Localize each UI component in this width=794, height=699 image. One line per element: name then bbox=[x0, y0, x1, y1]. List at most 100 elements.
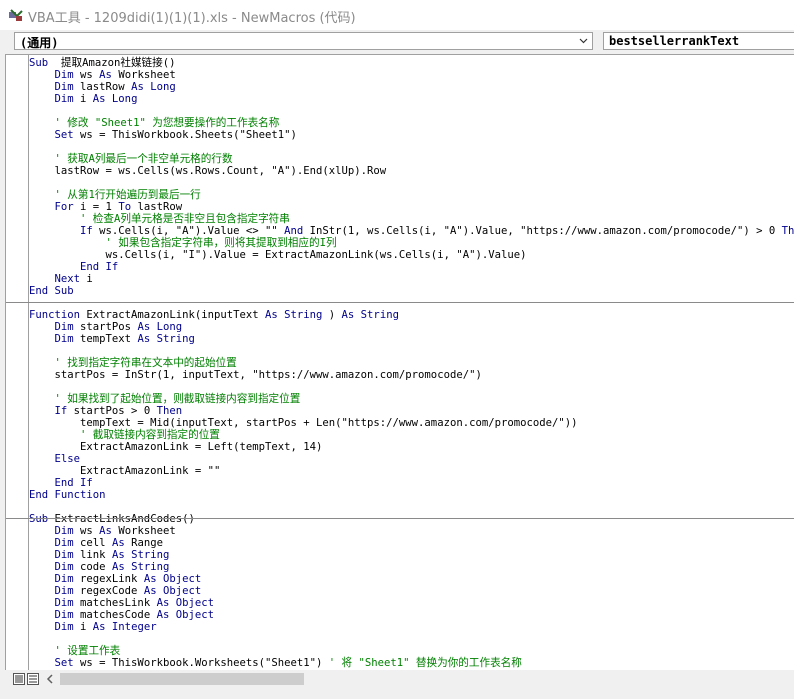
code-line[interactable]: Dim cell As Range bbox=[29, 537, 163, 549]
code-keyword: Dim bbox=[54, 93, 74, 105]
code-line[interactable]: tempText = Mid(inputText, startPos + Len… bbox=[29, 417, 578, 429]
code-line[interactable]: Dim ws As Worksheet bbox=[29, 69, 176, 81]
object-dropdown[interactable]: (通用) bbox=[14, 32, 593, 50]
code-keyword: Set bbox=[54, 129, 74, 141]
code-text: regexLink bbox=[73, 573, 144, 585]
full-module-view-icon[interactable] bbox=[27, 673, 39, 685]
code-line[interactable]: Else bbox=[29, 453, 81, 465]
code-keyword: As String bbox=[265, 309, 323, 321]
code-line[interactable]: Function ExtractAmazonLink(inputText As … bbox=[29, 309, 399, 321]
code-line[interactable]: ' 截取链接内容到指定的位置 bbox=[29, 429, 220, 441]
window-title: VBA工具 - 1209didi(1)(1)(1).xls - NewMacro… bbox=[28, 11, 356, 26]
code-text: startPos = InStr(1, inputText, "https://… bbox=[29, 369, 482, 381]
code-line[interactable]: Dim ws As Worksheet bbox=[29, 525, 176, 537]
code-line[interactable]: Set ws = ThisWorkbook.Sheets("Sheet1") bbox=[29, 129, 297, 141]
code-line[interactable]: Dim code As String bbox=[29, 561, 170, 573]
code-text: ExtractAmazonLink(inputText bbox=[80, 309, 265, 321]
code-line[interactable]: ' 找到指定字符串在文本中的起始位置 bbox=[29, 357, 237, 369]
code-text: ws = ThisWorkbook.Sheets("Sheet1") bbox=[73, 129, 297, 141]
code-line[interactable]: ' 如果找到了起始位置，则截取链接内容到指定位置 bbox=[29, 393, 301, 405]
code-text: startPos bbox=[73, 321, 138, 333]
code-line[interactable]: Dim matchesCode As Object bbox=[29, 609, 214, 621]
code-text: ws.Cells(i, "A").Value <> "" bbox=[92, 225, 285, 237]
editor-bottom-bar bbox=[0, 670, 794, 699]
code-line[interactable]: ' 检查A列单元格是否非空且包含指定字符串 bbox=[29, 213, 290, 225]
code-line[interactable]: ' 获取A列最后一个非空单元格的行数 bbox=[29, 153, 233, 165]
code-line[interactable]: Sub 提取Amazon社媒链接() bbox=[29, 57, 175, 69]
code-line[interactable]: End If bbox=[29, 477, 93, 489]
code-keyword: And bbox=[284, 225, 304, 237]
code-text: Range bbox=[124, 537, 163, 549]
code-line[interactable]: Sub ExtractLinksAndCodes() bbox=[29, 513, 195, 525]
code-keyword: Dim bbox=[54, 573, 74, 585]
code-text: ws.Cells(i, "I").Value = ExtractAmazonLi… bbox=[29, 249, 527, 261]
code-text: ) bbox=[322, 309, 342, 321]
horizontal-scrollbar[interactable] bbox=[42, 671, 794, 687]
horizontal-scroll-thumb[interactable] bbox=[60, 673, 304, 685]
code-line[interactable]: End Function bbox=[29, 489, 106, 501]
code-text: lastRow bbox=[131, 201, 183, 213]
code-line[interactable]: ws.Cells(i, "I").Value = ExtractAmazonLi… bbox=[29, 249, 527, 261]
code-keyword: If bbox=[80, 225, 93, 237]
procedure-view-icon[interactable] bbox=[13, 673, 25, 685]
code-keyword: As Long bbox=[137, 321, 183, 333]
code-keyword: End Sub bbox=[29, 285, 74, 297]
code-text: code bbox=[73, 561, 112, 573]
code-keyword: Dim bbox=[54, 537, 74, 549]
procedure-dropdown[interactable]: bestsellerrankText bbox=[603, 32, 794, 50]
code-keyword: Dim bbox=[54, 585, 74, 597]
code-line[interactable]: If startPos > 0 Then bbox=[29, 405, 183, 417]
object-dropdown-value: (通用) bbox=[20, 36, 59, 50]
code-line[interactable]: ' 修改 "Sheet1" 为您想要操作的工作表名称 bbox=[29, 117, 280, 129]
code-line[interactable]: Dim startPos As Long bbox=[29, 321, 183, 333]
code-keyword: Else bbox=[54, 453, 81, 465]
code-line[interactable]: Dim tempText As String bbox=[29, 333, 195, 345]
code-editor[interactable]: Sub 提取Amazon社媒链接() Dim ws As Worksheet D… bbox=[5, 54, 794, 670]
code-line[interactable]: Dim i As Integer bbox=[29, 621, 157, 633]
code-line[interactable]: Dim lastRow As Long bbox=[29, 81, 176, 93]
margin-indicator-bar[interactable] bbox=[6, 55, 29, 670]
code-line[interactable]: Dim matchesLink As Object bbox=[29, 597, 214, 609]
code-line[interactable]: ' 从第1行开始遍历到最后一行 bbox=[29, 189, 201, 201]
code-keyword: To bbox=[118, 201, 132, 213]
code-keyword: End If bbox=[54, 477, 93, 489]
code-comment: ' 将 "Sheet1" 替换为你的工作表名称 bbox=[328, 657, 522, 669]
code-comment: ' 找到指定字符串在文本中的起始位置 bbox=[29, 357, 237, 369]
code-keyword: End Function bbox=[29, 489, 106, 501]
code-text: tempText = Mid(inputText, startPos + Len… bbox=[29, 417, 578, 429]
code-line[interactable]: startPos = InStr(1, inputText, "https://… bbox=[29, 369, 482, 381]
code-keyword: Then bbox=[156, 405, 183, 417]
code-keyword: As Integer bbox=[92, 621, 157, 633]
title-bar: VBA工具 - 1209didi(1)(1)(1).xls - NewMacro… bbox=[0, 0, 794, 30]
code-line[interactable]: Next i bbox=[29, 273, 93, 285]
code-keyword: As Object bbox=[143, 573, 202, 585]
code-keyword: As bbox=[99, 525, 112, 537]
code-keyword: As Long bbox=[131, 81, 176, 93]
code-line[interactable]: lastRow = ws.Cells(ws.Rows.Count, "A").E… bbox=[29, 165, 387, 177]
code-line[interactable]: For i = 1 To lastRow bbox=[29, 201, 183, 213]
code-line[interactable]: ' 设置工作表 bbox=[29, 645, 121, 657]
code-keyword: Function bbox=[29, 309, 81, 321]
code-keyword: Dim bbox=[54, 81, 74, 93]
code-line[interactable]: End If bbox=[29, 261, 118, 273]
code-line[interactable]: Dim regexCode As Object bbox=[29, 585, 202, 597]
code-line[interactable]: Set ws = ThisWorkbook.Worksheets("Sheet1… bbox=[29, 657, 522, 669]
code-keyword: Dim bbox=[54, 609, 74, 621]
chevron-down-icon[interactable] bbox=[576, 34, 591, 48]
code-text: Worksheet bbox=[111, 69, 176, 81]
code-line[interactable]: ' 如果包含指定字符串，则将其提取到相应的I列 bbox=[29, 237, 337, 249]
code-line[interactable]: Dim link As String bbox=[29, 549, 170, 561]
code-line[interactable]: Dim i As Long bbox=[29, 93, 138, 105]
code-line[interactable]: ExtractAmazonLink = Left(tempText, 14) bbox=[29, 441, 322, 453]
code-line[interactable]: If ws.Cells(i, "A").Value <> "" And InSt… bbox=[29, 225, 794, 237]
code-line[interactable]: ExtractAmazonLink = "" bbox=[29, 465, 220, 477]
code-keyword: Sub bbox=[29, 57, 49, 69]
code-line[interactable]: Dim regexLink As Object bbox=[29, 573, 202, 585]
code-line[interactable]: End Sub bbox=[29, 285, 74, 297]
code-keyword: For bbox=[54, 201, 74, 213]
code-text: ws = ThisWorkbook.Worksheets("Sheet1") bbox=[73, 657, 329, 669]
scroll-left-arrow-icon[interactable] bbox=[42, 671, 58, 687]
